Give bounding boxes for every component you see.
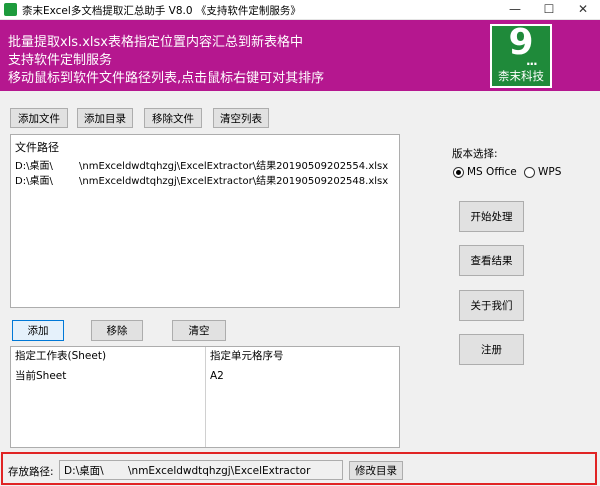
sheet-cell-grid[interactable]: 指定工作表(Sheet) 指定单元格序号 当前Sheet A2 [10, 346, 400, 448]
table-cell-sheet[interactable]: 当前Sheet [11, 368, 66, 384]
maximize-button[interactable]: ☐ [532, 0, 566, 20]
list-item[interactable]: D:\桌面\ \nmExceldwdtqhzgj\ExcelExtractor\结… [15, 172, 388, 187]
logo-digit: 9 [508, 22, 534, 63]
logo-dots: ... [526, 54, 538, 68]
company-logo: 9 ... 柰末科技 [490, 22, 552, 88]
column-divider [205, 347, 206, 447]
logo-text: 柰末科技 [498, 69, 544, 83]
file-dir: D:\桌面\ [15, 161, 53, 172]
wps-label[interactable]: WPS [538, 166, 561, 178]
change-directory-button[interactable]: 修改目录 [349, 461, 403, 480]
add-sheet-button[interactable]: 添加 [12, 320, 64, 341]
banner-line-3: 移动鼠标到软件文件路径列表,点击鼠标右键可对其排序 [8, 71, 325, 86]
save-path-dir: D:\桌面\ [64, 465, 104, 477]
add-file-button[interactable]: 添加文件 [10, 108, 68, 128]
about-us-button[interactable]: 关于我们 [459, 290, 524, 321]
wps-radio[interactable] [524, 167, 535, 178]
ms-office-label[interactable]: MS Office [467, 166, 517, 178]
ms-office-radio[interactable] [453, 167, 464, 178]
header-banner: 批量提取xls.xlsx表格指定位置内容汇总到新表格中 支持软件定制服务 移动鼠… [0, 20, 600, 91]
save-path-field[interactable]: D:\桌面\ \nmExceldwdtqhzgj\ExcelExtractor [59, 460, 343, 480]
app-icon [4, 3, 17, 16]
banner-line-1: 批量提取xls.xlsx表格指定位置内容汇总到新表格中 [8, 35, 303, 50]
save-path-label: 存放路径: [8, 466, 54, 478]
column-header-cell[interactable]: 指定单元格序号 [206, 347, 284, 365]
file-path-list[interactable]: 文件路径 D:\桌面\ \nmExceldwdtqhzgj\ExcelExtrac… [10, 134, 400, 308]
list-item[interactable]: D:\桌面\ \nmExceldwdtqhzgj\ExcelExtractor\结… [15, 157, 388, 172]
clear-sheet-button[interactable]: 清空 [172, 320, 226, 341]
column-header-sheet[interactable]: 指定工作表(Sheet) [11, 347, 106, 365]
banner-line-2: 支持软件定制服务 [8, 53, 113, 68]
start-processing-button[interactable]: 开始处理 [459, 201, 524, 232]
close-button[interactable]: ✕ [566, 0, 600, 20]
add-directory-button[interactable]: 添加目录 [77, 108, 133, 128]
minimize-button[interactable]: — [498, 0, 532, 20]
clear-list-button[interactable]: 清空列表 [213, 108, 269, 128]
title-bar: 柰末Excel多文档提取汇总助手 V8.0 《支持软件定制服务》 — ☐ ✕ [0, 0, 600, 20]
file-path: \nmExceldwdtqhzgj\ExcelExtractor\结果20190… [79, 176, 389, 187]
window-title: 柰末Excel多文档提取汇总助手 V8.0 《支持软件定制服务》 [22, 5, 301, 17]
version-label: 版本选择: [452, 148, 498, 160]
file-dir: D:\桌面\ [15, 176, 53, 187]
remove-sheet-button[interactable]: 移除 [91, 320, 143, 341]
remove-file-button[interactable]: 移除文件 [144, 108, 202, 128]
file-path: \nmExceldwdtqhzgj\ExcelExtractor\结果20190… [79, 161, 389, 172]
file-path-header: 文件路径 [15, 141, 59, 154]
register-button[interactable]: 注册 [459, 334, 524, 365]
table-cell-address[interactable]: A2 [206, 368, 224, 384]
view-results-button[interactable]: 查看结果 [459, 245, 524, 276]
save-path-rest: \nmExceldwdtqhzgj\ExcelExtractor [128, 465, 311, 477]
